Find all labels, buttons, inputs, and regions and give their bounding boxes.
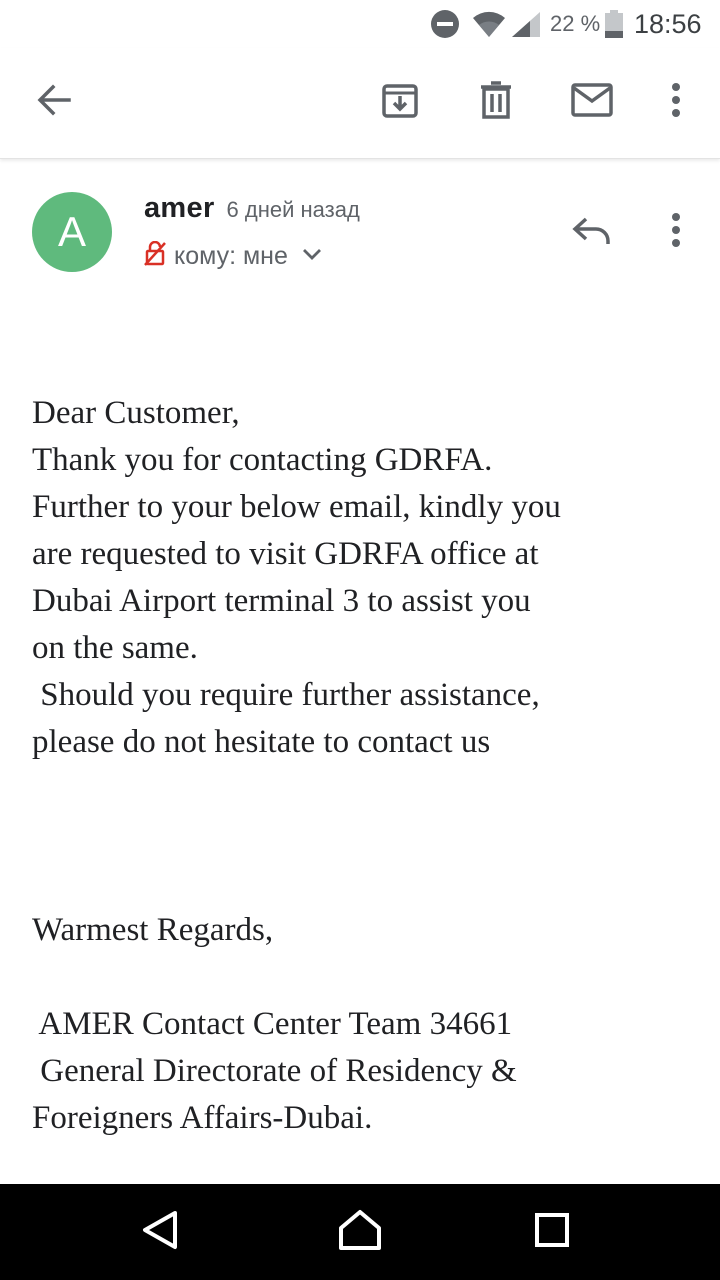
wifi-icon	[472, 0, 506, 48]
back-arrow-icon	[36, 82, 72, 123]
archive-button[interactable]	[374, 76, 426, 128]
back-triangle-icon	[141, 1210, 179, 1255]
encryption-off-icon	[144, 240, 166, 272]
recipient-label: кому: мне	[174, 241, 288, 270]
greeting-line: Dear Customer,	[32, 395, 240, 431]
reply-button[interactable]	[566, 210, 618, 256]
closing-line: Warmest Regards,	[32, 912, 274, 948]
sender-name[interactable]: amer	[144, 192, 215, 225]
signature-line: General Directorate of Residency &	[32, 1053, 517, 1089]
battery-icon	[604, 0, 624, 48]
body-line: Should you require further assistance,	[32, 677, 540, 713]
sender-avatar[interactable]: A	[32, 192, 112, 272]
email-toolbar	[0, 48, 720, 159]
body-line: Further to your below email, kindly you	[32, 489, 561, 525]
sender-line: amer 6 дней назад	[144, 192, 360, 228]
signature-line: Foreigners Affairs-Dubai.	[32, 1100, 373, 1136]
status-bar: 22 % 18:56	[0, 0, 720, 48]
body-line: please do not hesitate to contact us	[32, 724, 491, 760]
do-not-disturb-icon	[430, 0, 460, 48]
toolbar-more-button[interactable]	[650, 76, 702, 128]
recents-icon	[534, 1212, 570, 1253]
message-more-button[interactable]	[652, 208, 700, 256]
more-vert-icon	[671, 82, 681, 122]
nav-back-button[interactable]	[136, 1208, 184, 1256]
chevron-down-icon	[302, 247, 322, 266]
system-nav-bar	[0, 1184, 720, 1280]
message-time: 6 дней назад	[226, 197, 360, 222]
recipient-details-toggle[interactable]: кому: мне	[144, 236, 322, 276]
nav-recents-button[interactable]	[528, 1208, 576, 1256]
reply-icon	[572, 216, 612, 251]
message-body: Dear Customer, Thank you for contacting …	[32, 390, 702, 1142]
home-icon	[338, 1209, 382, 1256]
nav-home-button[interactable]	[336, 1208, 384, 1256]
battery-percentage: 22 %	[550, 11, 601, 36]
body-line: are requested to visit GDRFA office at	[32, 536, 539, 572]
delete-icon	[479, 80, 513, 124]
archive-icon	[381, 81, 419, 124]
body-line: Thank you for contacting GDRFA.	[32, 442, 493, 478]
signal-icon	[510, 0, 542, 48]
mark-unread-button[interactable]	[566, 76, 618, 128]
delete-button[interactable]	[470, 76, 522, 128]
signature-line: AMER Contact Center Team 34661	[32, 1006, 513, 1042]
more-vert-icon	[671, 212, 681, 252]
mark-unread-icon	[571, 82, 613, 122]
back-button[interactable]	[28, 76, 80, 128]
status-clock: 18:56	[634, 8, 702, 39]
body-line: Dubai Airport terminal 3 to assist you	[32, 583, 531, 619]
body-line: on the same.	[32, 630, 198, 666]
